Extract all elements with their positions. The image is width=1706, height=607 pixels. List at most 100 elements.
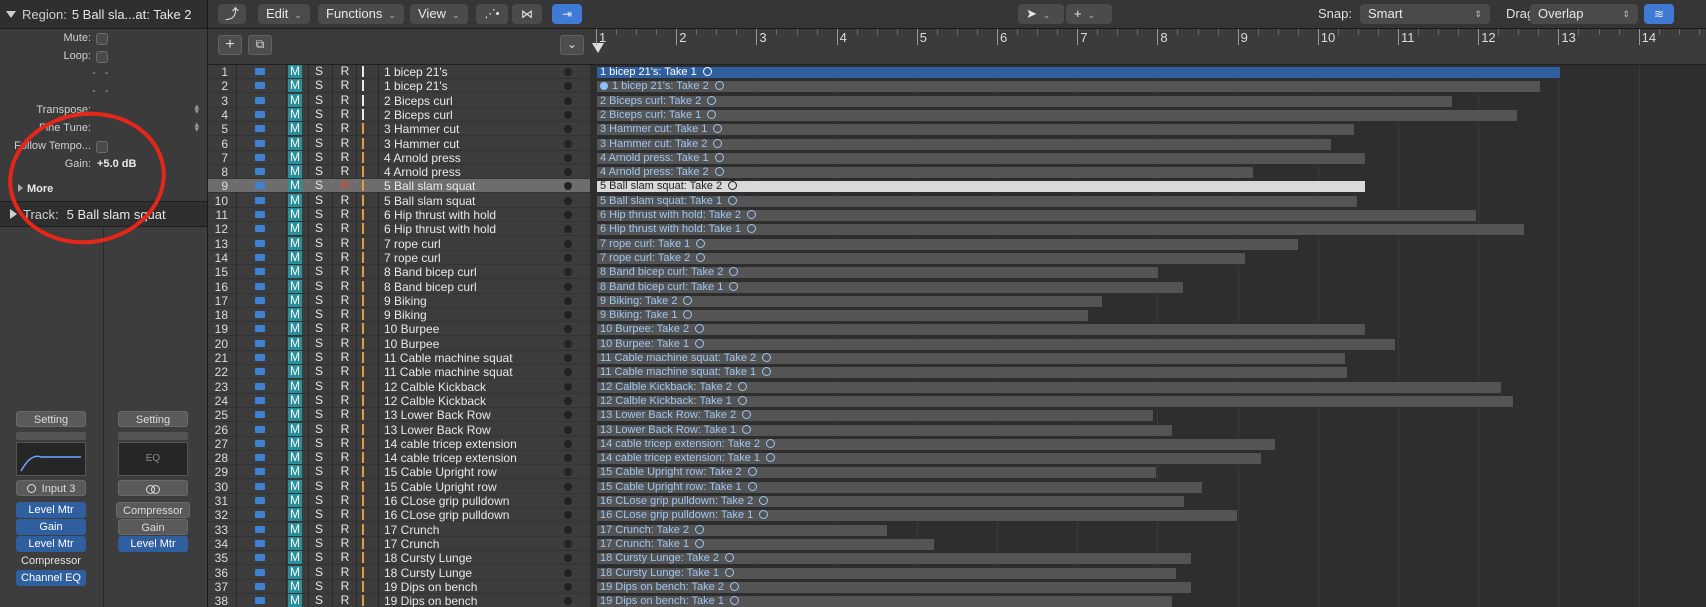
track-header-row[interactable]: 2 MSR 1 bicep 21's (208, 79, 590, 94)
input-monitor-button[interactable] (362, 94, 364, 106)
track-name[interactable]: 4 Arnold press (384, 165, 461, 179)
input-monitor-button[interactable] (362, 223, 364, 235)
record-enable-button[interactable]: R (338, 122, 352, 135)
record-enable-button[interactable]: R (338, 79, 352, 92)
audio-region[interactable]: 10 Burpee: Take 2 (596, 323, 1366, 337)
audio-region[interactable]: 1 bicep 21's: Take 1 (596, 66, 1561, 79)
mute-button[interactable]: M (288, 136, 302, 150)
audio-region[interactable]: 16 CLose grip pulldown: Take 2 (596, 495, 1186, 508)
track-name[interactable]: 18 Cursty Lunge (384, 566, 472, 580)
track-name[interactable]: 1 bicep 21's (384, 79, 448, 93)
input-monitor-button[interactable] (362, 194, 364, 206)
record-enable-button[interactable]: R (338, 150, 352, 164)
mute-button[interactable]: M (288, 536, 302, 550)
input-monitor-button[interactable] (362, 108, 364, 120)
input-monitor-button[interactable] (362, 323, 364, 335)
solo-button[interactable]: S (312, 322, 326, 335)
input-monitor-button[interactable] (362, 280, 364, 292)
track-name[interactable]: 11 Cable machine squat (384, 365, 513, 379)
track-header-row[interactable]: 12 M S R 6 Hip thrust with hold (208, 222, 590, 237)
record-enable-button[interactable]: R (338, 494, 352, 507)
input-monitor-button[interactable] (362, 380, 364, 392)
audio-region[interactable]: 18 Cursty Lunge: Take 2 (596, 552, 1192, 566)
solo-button[interactable]: S (312, 222, 326, 235)
input-monitor-button[interactable] (362, 437, 364, 449)
solo-button[interactable]: S (312, 250, 326, 264)
input-monitor-button[interactable] (362, 580, 364, 592)
solo-button[interactable]: S (312, 179, 326, 192)
track-header-row[interactable]: 19 M S R 10 Burpee (208, 322, 590, 337)
input-monitor-button[interactable] (362, 509, 364, 521)
audio-region[interactable]: 10 Burpee: Take 1 (596, 337, 1396, 351)
input-monitor-button[interactable] (362, 80, 364, 92)
param-checkbox[interactable] (96, 141, 108, 153)
input-monitor-button[interactable] (362, 151, 364, 163)
track-name[interactable]: 10 Burpee (384, 322, 439, 336)
input-monitor-button[interactable] (362, 266, 364, 278)
mute-button[interactable]: M (288, 393, 302, 407)
track-header-row[interactable]: 17 M S R 9 Biking (208, 293, 590, 308)
track-header[interactable]: Track: 5 Ball slam squat (0, 201, 207, 227)
track-name[interactable]: 5 Ball slam squat (384, 194, 475, 208)
automation-icon[interactable]: ⋰• (476, 4, 508, 24)
mute-button[interactable]: M (288, 93, 302, 107)
record-enable-button[interactable]: R (338, 136, 352, 150)
track-header-row[interactable]: 14 M S R 7 rope curl (208, 250, 590, 265)
track-header-row[interactable]: 36 M S R 18 Cursty Lunge (208, 565, 590, 580)
track-header-row[interactable]: 37 M S R 19 Dips on bench (208, 579, 590, 594)
plugin-slot-3[interactable]: Level Mtr (118, 536, 188, 552)
input-monitor-button[interactable] (362, 66, 364, 77)
snap-dropdown[interactable]: Smart ⇕ (1360, 4, 1490, 24)
record-enable-button[interactable]: R (338, 436, 352, 450)
solo-button[interactable]: S (312, 465, 326, 478)
mute-button[interactable]: M (288, 222, 302, 236)
track-name[interactable]: 3 Hammer cut (384, 137, 459, 151)
track-name[interactable]: 17 Crunch (384, 523, 439, 537)
track-header-row[interactable]: 4 MSR 2 Biceps curl (208, 107, 590, 122)
mute-button[interactable]: M (288, 436, 302, 450)
mute-button[interactable]: M (288, 408, 302, 422)
mute-button[interactable]: M (288, 465, 302, 479)
record-enable-button[interactable]: R (338, 465, 352, 478)
track-header-row[interactable]: 11 M S R 6 Hip thrust with hold (208, 208, 590, 222)
mute-button[interactable]: M (288, 365, 302, 379)
solo-button[interactable]: S (312, 579, 326, 593)
mute-button[interactable]: M (288, 422, 302, 436)
record-enable-button[interactable]: R (338, 536, 352, 550)
record-enable-button[interactable]: R (338, 265, 352, 278)
more-disclosure[interactable]: More (18, 183, 53, 195)
mute-button[interactable]: M (288, 179, 302, 193)
track-header-row[interactable]: 10 M S R 5 Ball slam squat (208, 193, 590, 208)
waveform-zoom-icon[interactable]: ≋ (1644, 4, 1674, 24)
track-header-row[interactable]: 3 MSR 2 Biceps curl (208, 93, 590, 108)
mute-button[interactable]: M (288, 479, 302, 493)
track-name[interactable]: 19 Dips on bench (384, 580, 477, 594)
record-enable-button[interactable]: R (338, 107, 352, 121)
mute-button[interactable]: M (288, 494, 302, 507)
track-name[interactable]: 7 rope curl (384, 251, 441, 265)
track-name[interactable]: 16 CLose grip pulldown (384, 508, 509, 522)
record-enable-button[interactable]: R (338, 65, 352, 78)
track-name[interactable]: 17 Crunch (384, 537, 439, 551)
audio-region[interactable]: 18 Cursty Lunge: Take 1 (596, 566, 1178, 580)
mute-button[interactable]: M (288, 279, 302, 293)
plugin-slot-4[interactable]: Compressor (14, 553, 88, 569)
audio-region[interactable]: 6 Hip thrust with hold: Take 2 (596, 209, 1477, 222)
solo-button[interactable]: S (312, 451, 326, 464)
track-name[interactable]: 14 cable tricep extension (384, 451, 517, 465)
solo-button[interactable]: S (312, 594, 326, 607)
solo-button[interactable]: S (312, 422, 326, 436)
audio-region[interactable]: 12 Calble Kickback: Take 2 (596, 380, 1503, 394)
track-name[interactable]: 14 cable tricep extension (384, 437, 517, 451)
audio-region[interactable]: 8 Band bicep curl: Take 1 (596, 280, 1184, 294)
audio-region[interactable]: 13 Lower Back Row: Take 2 (596, 409, 1155, 423)
solo-button[interactable]: S (312, 136, 326, 150)
mute-button[interactable]: M (288, 208, 302, 221)
track-header-row[interactable]: 20 M S R 10 Burpee (208, 336, 590, 351)
track-name[interactable]: 11 Cable machine squat (384, 351, 513, 365)
mute-button[interactable]: M (288, 579, 302, 593)
audio-region[interactable]: 3 Hammer cut: Take 1 (596, 123, 1356, 137)
drag-dropdown[interactable]: Overlap ⇕ (1530, 4, 1638, 24)
mute-button[interactable]: M (288, 165, 302, 179)
solo-button[interactable]: S (312, 408, 326, 421)
